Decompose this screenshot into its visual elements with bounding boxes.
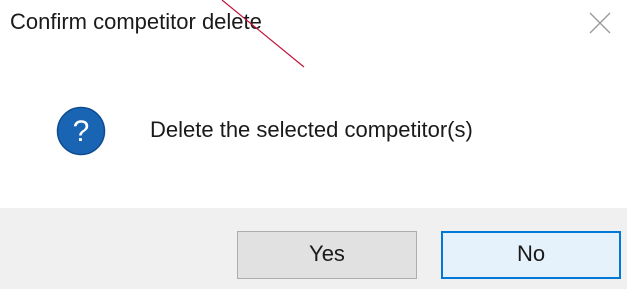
dialog-button-bar: Yes No bbox=[0, 208, 627, 289]
close-button[interactable] bbox=[569, 0, 627, 46]
no-button[interactable]: No bbox=[441, 231, 621, 279]
confirm-dialog: Confirm competitor delete ? Delete the s… bbox=[0, 0, 627, 289]
question-mark: ? bbox=[73, 115, 90, 148]
dialog-message: Delete the selected competitor(s) bbox=[150, 117, 473, 142]
yes-button[interactable]: Yes bbox=[237, 231, 417, 279]
question-icon: ? bbox=[56, 106, 106, 156]
close-icon bbox=[589, 12, 611, 34]
dialog-content: ? Delete the selected competitor(s) bbox=[0, 50, 627, 180]
dialog-titlebar: Confirm competitor delete bbox=[0, 0, 627, 50]
dialog-title: Confirm competitor delete bbox=[10, 9, 262, 34]
